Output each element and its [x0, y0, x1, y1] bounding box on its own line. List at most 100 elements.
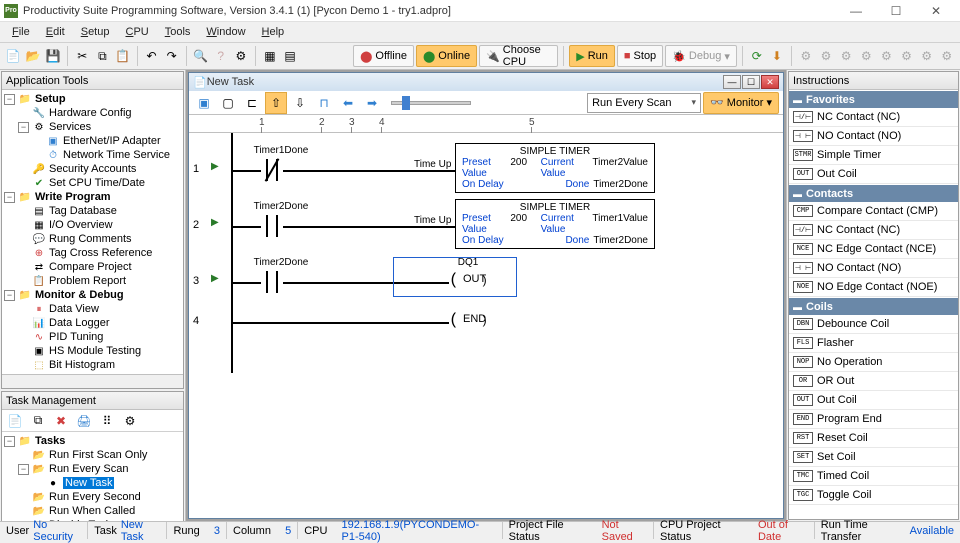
debug-button[interactable]: 🐞Debug ▾	[665, 45, 737, 67]
menu-tools[interactable]: Tools	[157, 24, 199, 40]
accept-icon[interactable]: ▣	[193, 92, 215, 114]
application-tools-tree[interactable]: −📁Setup 🔧Hardware Config −⚙Services ▣Eth…	[2, 90, 183, 374]
open-icon[interactable]: 📂	[24, 45, 42, 67]
menu-cpu[interactable]: CPU	[117, 24, 156, 40]
cat-coils[interactable]: Coils	[789, 297, 958, 315]
node-tag-xref[interactable]: Tag Cross Reference	[49, 247, 152, 259]
node-tag-db[interactable]: Tag Database	[49, 205, 117, 217]
gear6-icon[interactable]: ⚙	[897, 45, 915, 67]
help-icon[interactable]: ?	[212, 45, 230, 67]
instr-nc-contact[interactable]: ⊣/⊢NC Contact (NC)	[789, 108, 958, 127]
tagdb-icon[interactable]: ▤	[281, 45, 299, 67]
instr-no-operation[interactable]: NOPNo Operation	[789, 353, 958, 372]
online-button[interactable]: ⬤Online	[416, 45, 477, 67]
task-tree[interactable]: −📁Tasks 📂Run First Scan Only −📂Run Every…	[2, 432, 183, 521]
instr-nc-edge-contact[interactable]: NCENC Edge Contact (NCE)	[789, 240, 958, 259]
paste-icon[interactable]: 📋	[114, 45, 132, 67]
maximize-button[interactable]: ☐	[876, 0, 916, 22]
rung-2[interactable]: 2 ▶ Timer2Done Time Up SIMPLE TIMER Pres…	[189, 199, 783, 255]
node-tasks[interactable]: Tasks	[35, 435, 65, 447]
node-run-first[interactable]: Run First Scan Only	[49, 449, 147, 461]
instr-simple-timer[interactable]: STMRSimple Timer	[789, 146, 958, 165]
expand-icon[interactable]: −	[4, 94, 15, 105]
gear7-icon[interactable]: ⚙	[918, 45, 936, 67]
add-task-icon[interactable]: 📄	[4, 410, 26, 432]
save-icon[interactable]: 💾	[44, 45, 62, 67]
node-data-logger[interactable]: Data Logger	[49, 317, 110, 329]
prev-icon[interactable]: ⬅	[337, 92, 359, 114]
node-ethernetip[interactable]: EtherNet/IP Adapter	[63, 135, 161, 147]
gear3-icon[interactable]: ⚙	[837, 45, 855, 67]
node-compare[interactable]: Compare Project	[49, 261, 132, 273]
instr-out-coil[interactable]: OUTOut Coil	[789, 391, 958, 410]
node-nts[interactable]: Network Time Service	[63, 149, 170, 161]
copy-task-icon[interactable]: ⧉	[27, 410, 49, 432]
rung-4[interactable]: 4 () END	[189, 295, 783, 351]
gear5-icon[interactable]: ⚙	[877, 45, 895, 67]
close-button[interactable]: ✕	[916, 0, 956, 22]
menu-window[interactable]: Window	[198, 24, 253, 40]
end-coil[interactable]: () END	[449, 311, 487, 329]
timer-block[interactable]: SIMPLE TIMER Preset Value 200 Current Va…	[455, 199, 655, 249]
expand-icon[interactable]: −	[18, 464, 29, 475]
instr-out-coil[interactable]: OUTOut Coil	[789, 165, 958, 184]
print-task-icon[interactable]: 🖨	[73, 410, 95, 432]
instr-no-edge-contact[interactable]: NOENO Edge Contact (NOE)	[789, 278, 958, 297]
nc-contact[interactable]: Timer1Done	[261, 159, 283, 181]
task-prop-icon[interactable]: ⚙	[119, 410, 141, 432]
node-run-every-scan[interactable]: Run Every Scan	[49, 463, 128, 475]
node-run-every-second[interactable]: Run Every Second	[49, 491, 141, 503]
node-rung-comments[interactable]: Rung Comments	[49, 233, 132, 245]
instr-reset-coil[interactable]: RSTReset Coil	[789, 429, 958, 448]
gear2-icon[interactable]: ⚙	[817, 45, 835, 67]
menu-help[interactable]: Help	[254, 24, 293, 40]
node-bit-histogram[interactable]: Bit Histogram	[49, 359, 115, 371]
instr-compare-contact[interactable]: CMPCompare Contact (CMP)	[789, 202, 958, 221]
instr-debounce-coil[interactable]: DBNDebounce Coil	[789, 315, 958, 334]
find-icon[interactable]: 🔍	[192, 45, 210, 67]
node-set-time[interactable]: Set CPU Time/Date	[49, 177, 145, 189]
node-hs-module[interactable]: HS Module Testing	[49, 345, 141, 357]
instr-flasher[interactable]: FLSFlasher	[789, 334, 958, 353]
instructions-panel[interactable]: Favorites ⊣/⊢NC Contact (NC) ⊣ ⊢NO Conta…	[789, 90, 958, 519]
ladder-canvas[interactable]: 1 ▶ Timer1Done Time Up SIMPLE TIMER Pres…	[189, 133, 783, 518]
no-contact[interactable]: Timer2Done	[261, 271, 283, 293]
rung-1[interactable]: 1 ▶ Timer1Done Time Up SIMPLE TIMER Pres…	[189, 143, 783, 199]
node-security[interactable]: Security Accounts	[49, 163, 136, 175]
instr-no-contact[interactable]: ⊣ ⊢NO Contact (NO)	[789, 127, 958, 146]
offline-button[interactable]: ⬤Offline	[353, 45, 414, 67]
menu-edit[interactable]: Edit	[38, 24, 73, 40]
stop-button[interactable]: ■Stop	[617, 45, 663, 67]
instr-nc-contact[interactable]: ⊣/⊢NC Contact (NC)	[789, 221, 958, 240]
node-hardware-config[interactable]: Hardware Config	[49, 107, 132, 119]
instr-or-out[interactable]: OROR Out	[789, 372, 958, 391]
task-opts-icon[interactable]: ⠿	[96, 410, 118, 432]
edit-rung-icon[interactable]: ▢	[217, 92, 239, 114]
h-scrollbar[interactable]	[2, 374, 183, 388]
zoom-slider[interactable]	[391, 101, 471, 105]
delete-task-icon[interactable]: ✖	[50, 410, 72, 432]
scan-mode-combo[interactable]: Run Every Scan	[587, 93, 701, 113]
node-data-view[interactable]: Data View	[49, 303, 99, 315]
node-setup[interactable]: Setup	[35, 93, 66, 105]
node-io-overview[interactable]: I/O Overview	[49, 219, 113, 231]
node-services[interactable]: Services	[49, 121, 91, 133]
monitor-button[interactable]: 👓 Monitor ▾	[703, 92, 779, 114]
timer-block[interactable]: SIMPLE TIMER Preset Value 200 Current Va…	[455, 143, 655, 193]
expand-icon[interactable]: −	[4, 436, 15, 447]
instr-program-end[interactable]: ENDProgram End	[789, 410, 958, 429]
instr-no-contact[interactable]: ⊣ ⊢NO Contact (NO)	[789, 259, 958, 278]
choose-cpu-button[interactable]: 🔌Choose CPU	[479, 45, 558, 67]
options-icon[interactable]: ⚙	[232, 45, 250, 67]
expand-icon[interactable]: −	[4, 192, 15, 203]
copy-icon[interactable]: ⧉	[93, 45, 111, 67]
minimize-button[interactable]: —	[836, 0, 876, 22]
wire-icon[interactable]: ⊏	[241, 92, 263, 114]
rung-up-icon[interactable]: ⇧	[265, 92, 287, 114]
rung-down-icon[interactable]: ⇩	[289, 92, 311, 114]
cut-icon[interactable]: ✂	[73, 45, 91, 67]
node-problem-report[interactable]: Problem Report	[49, 275, 126, 287]
doc-minimize-button[interactable]: —	[723, 75, 741, 89]
redo-icon[interactable]: ↷	[163, 45, 181, 67]
transfer-icon[interactable]: ⟳	[748, 45, 766, 67]
